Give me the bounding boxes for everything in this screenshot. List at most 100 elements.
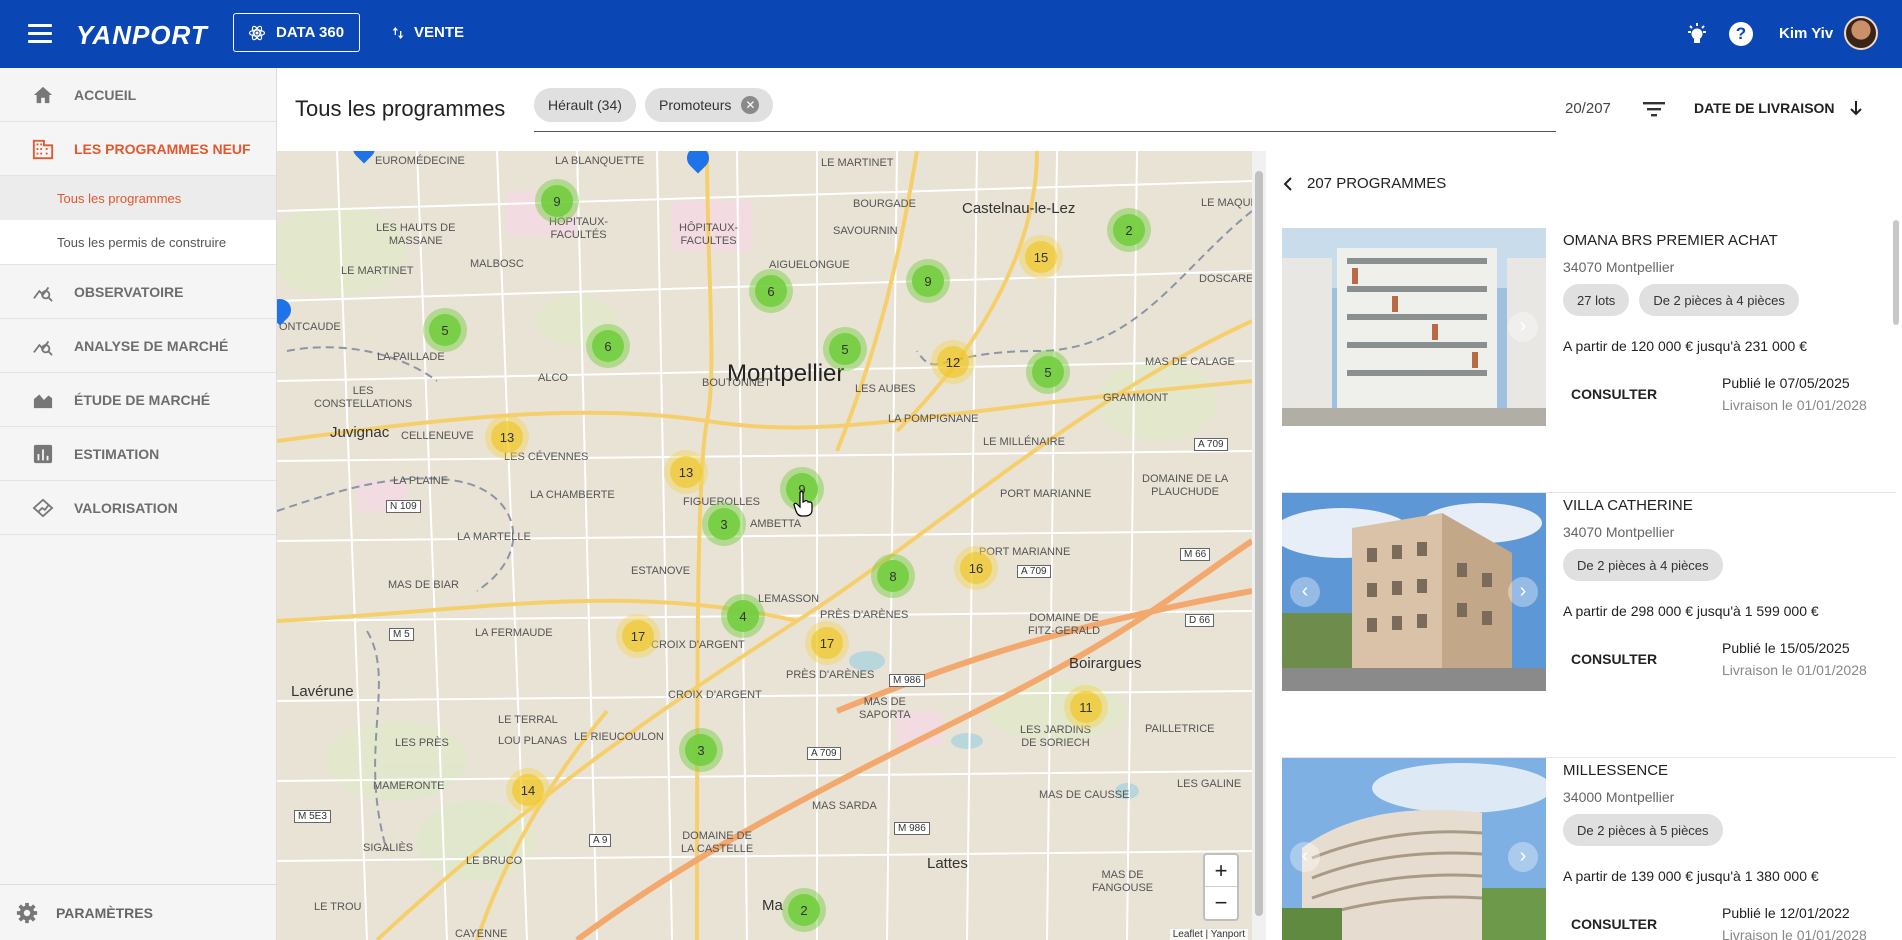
map-cluster[interactable]: 5: [823, 327, 867, 371]
photo-next-arrow[interactable]: ›: [1508, 577, 1538, 607]
cluster-count: 17: [811, 627, 843, 659]
map-attribution[interactable]: Leaflet | Yanport: [1169, 929, 1248, 940]
consult-button[interactable]: CONSULTER: [1563, 380, 1665, 408]
road-label: A 709: [807, 747, 841, 760]
map-cluster[interactable]: 15: [1019, 235, 1063, 279]
sidebar-item-valorisation[interactable]: VALORISATION: [0, 481, 276, 535]
sidebar-item-parametres[interactable]: PARAMÈTRES: [0, 884, 276, 940]
result-count: 20/207: [1565, 100, 1611, 117]
filter-chip-herault[interactable]: Hérault (34): [534, 88, 636, 122]
hand-cursor-icon: [793, 491, 813, 517]
program-name[interactable]: MILLESSENCE: [1563, 762, 1668, 779]
avatar[interactable]: [1844, 16, 1878, 50]
user-name[interactable]: Kim Yiv: [1779, 25, 1833, 42]
page-title: Tous les programmes: [295, 96, 506, 121]
theme-bulb-icon[interactable]: [1685, 22, 1709, 46]
map-cluster[interactable]: 5: [1026, 350, 1070, 394]
photo-next-arrow[interactable]: ›: [1508, 842, 1538, 872]
cluster-count: 5: [1032, 356, 1064, 388]
photo-next-arrow[interactable]: ›: [1508, 312, 1538, 342]
sidebar-item-programmes-neuf[interactable]: LES PROGRAMMES NEUF: [0, 122, 276, 176]
help-icon[interactable]: ?: [1729, 22, 1753, 46]
map-cluster[interactable]: 3: [679, 728, 723, 772]
building-photo: [1282, 493, 1546, 691]
atom-icon: [248, 25, 266, 40]
consult-button[interactable]: CONSULTER: [1563, 645, 1665, 673]
map-cluster[interactable]: 6: [749, 269, 793, 313]
program-card[interactable]: › OMANA BRS PREMIER ACHAT 34070 Montpell…: [1282, 228, 1896, 493]
program-name[interactable]: OMANA BRS PREMIER ACHAT: [1563, 232, 1778, 249]
sidebar-item-analyse-marche[interactable]: ANALYSE DE MARCHÉ: [0, 319, 276, 373]
map-cluster[interactable]: 13: [485, 415, 529, 459]
tag-badge: De 2 pièces à 4 pièces: [1639, 284, 1799, 316]
map-cluster[interactable]: 14: [506, 768, 550, 812]
building-photo: [1282, 228, 1546, 426]
map-cluster[interactable]: 2: [782, 888, 826, 932]
map-cluster[interactable]: 8: [871, 554, 915, 598]
map-cluster[interactable]: 16: [954, 546, 998, 590]
sidebar-item-label: OBSERVATOIRE: [74, 283, 184, 300]
program-photo[interactable]: ›: [1282, 228, 1546, 426]
sort-button[interactable]: DATE DE LIVRAISON: [1694, 100, 1863, 116]
sidebar-item-label: ANALYSE DE MARCHÉ: [74, 337, 229, 354]
filter-icon[interactable]: [1643, 100, 1665, 118]
delivery-date: Livraison le 01/01/2028: [1722, 397, 1867, 413]
map-cluster[interactable]: 11: [1064, 685, 1108, 729]
map-cluster[interactable]: 12: [931, 340, 975, 384]
data360-label: DATA 360: [276, 24, 345, 41]
scrollbar-thumb[interactable]: [1255, 171, 1263, 916]
list-scrollbar-thumb[interactable]: [1893, 220, 1899, 325]
map-cluster[interactable]: 6: [586, 324, 630, 368]
delivery-date: Livraison le 01/01/2028: [1722, 662, 1867, 678]
consult-button[interactable]: CONSULTER: [1563, 910, 1665, 938]
program-city: 34000 Montpellier: [1563, 789, 1675, 805]
data360-button[interactable]: DATA 360: [233, 13, 360, 52]
map-scrollbar[interactable]: [1252, 151, 1266, 940]
cluster-count: 3: [685, 734, 717, 766]
map-cluster[interactable]: 3: [702, 502, 746, 546]
sidebar-item-etude-marche[interactable]: ÉTUDE DE MARCHÉ: [0, 373, 276, 427]
map-cluster[interactable]: 2: [1107, 208, 1151, 252]
cluster-count: 13: [670, 456, 702, 488]
map-cluster[interactable]: 17: [805, 621, 849, 665]
map-cluster[interactable]: 9: [535, 179, 579, 223]
map-cluster[interactable]: 5: [423, 308, 467, 352]
zoom-in-button[interactable]: +: [1205, 855, 1237, 887]
sidebar-item-estimation[interactable]: ESTIMATION: [0, 427, 276, 481]
cluster-count: 12: [937, 346, 969, 378]
map-cluster[interactable]: 4: [721, 594, 765, 638]
close-icon[interactable]: ✕: [741, 96, 760, 114]
published-date: Publié le 07/05/2025: [1722, 375, 1850, 391]
sidebar-subitem-tous-programmes[interactable]: Tous les programmes: [0, 176, 276, 220]
filter-bar[interactable]: Hérault (34) Promoteurs ✕: [534, 86, 1556, 132]
cluster-count: 8: [877, 560, 909, 592]
logo[interactable]: YANPORT: [76, 20, 208, 51]
menu-icon[interactable]: [28, 24, 52, 44]
program-tags: De 2 pièces à 5 pièces: [1563, 814, 1723, 846]
photo-prev-arrow[interactable]: ‹: [1290, 577, 1320, 607]
program-photo[interactable]: ‹ ›: [1282, 493, 1546, 691]
cluster-count: 14: [512, 774, 544, 806]
road-label: A 9: [589, 834, 612, 847]
program-dates: Publié le 15/05/2025 Livraison le 01/01/…: [1722, 637, 1867, 681]
sidebar-subitem-permis[interactable]: Tous les permis de construire: [0, 220, 276, 264]
vente-button[interactable]: VENTE: [390, 13, 464, 52]
program-card[interactable]: ‹ › MILLESSENCE 34000 Montpellier De 2 p…: [1282, 758, 1896, 940]
road-label: D 66: [1185, 614, 1215, 627]
sidebar-item-observatoire[interactable]: OBSERVATOIRE: [0, 265, 276, 319]
sidebar-item-accueil[interactable]: ACCUEIL: [0, 68, 276, 122]
map-cluster[interactable]: 9: [906, 259, 950, 303]
filter-chip-promoteurs[interactable]: Promoteurs ✕: [645, 88, 774, 122]
sidebar-item-label: ACCUEIL: [74, 86, 137, 103]
map-cluster[interactable]: 17: [616, 614, 660, 658]
program-card[interactable]: ‹ › VILLA CATHERINE 34070 Montpellier De…: [1282, 493, 1896, 758]
swap-vertical-icon: [392, 26, 404, 39]
road-label: M 986: [894, 822, 930, 835]
program-photo[interactable]: ‹ ›: [1282, 758, 1546, 940]
list-back-header[interactable]: 207 PROGRAMMES: [1283, 175, 1446, 192]
zoom-out-button[interactable]: −: [1205, 887, 1237, 919]
photo-prev-arrow[interactable]: ‹: [1290, 842, 1320, 872]
map[interactable]: Montpellier Castelnau-le-Lez Juvignac La…: [277, 151, 1252, 940]
map-cluster[interactable]: 13: [664, 450, 708, 494]
program-name[interactable]: VILLA CATHERINE: [1563, 497, 1693, 514]
